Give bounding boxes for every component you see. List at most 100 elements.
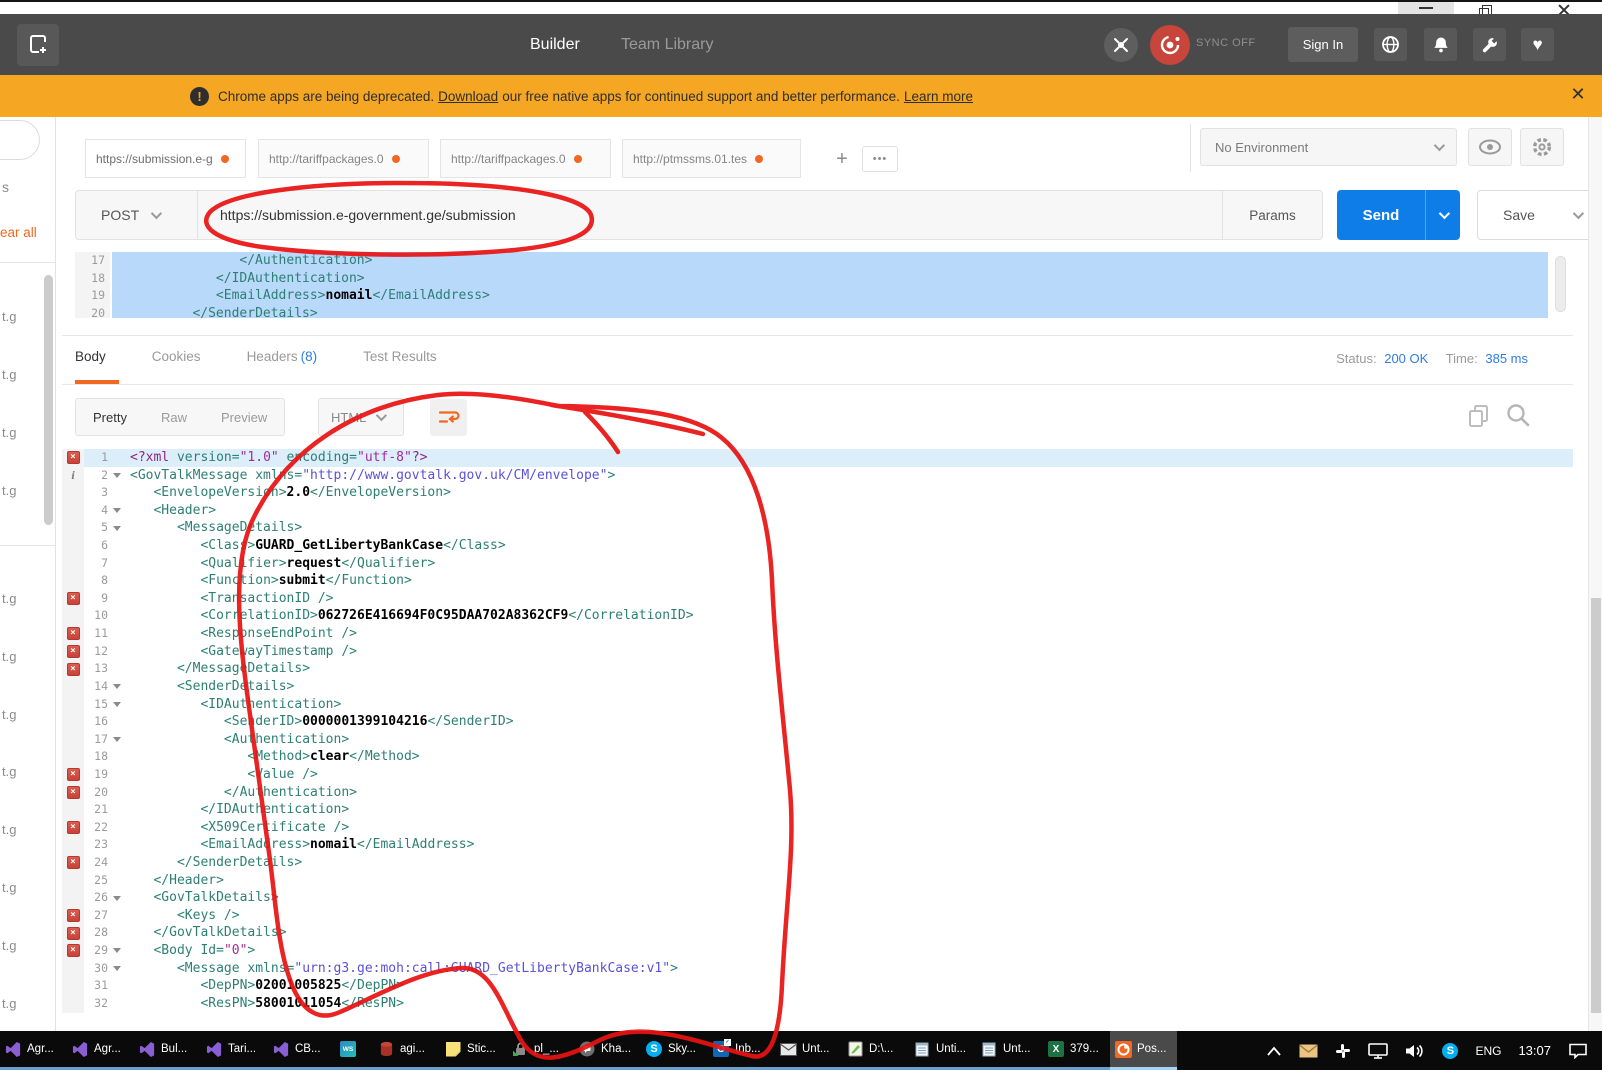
scrollbar-thumb[interactable] (1591, 598, 1601, 1013)
taskbar-app-button[interactable]: Unt... (976, 1031, 1043, 1070)
params-button[interactable]: Params (1222, 191, 1322, 239)
method-select[interactable]: POST (76, 191, 198, 239)
error-x-icon[interactable]: × (67, 927, 80, 940)
taskbar-app-button[interactable]: X379... (1043, 1031, 1110, 1070)
history-item[interactable]: t.g (2, 309, 16, 324)
error-x-icon[interactable]: × (67, 821, 80, 834)
tray-volume-icon[interactable] (1405, 1043, 1425, 1059)
interceptor-button[interactable] (1104, 28, 1138, 62)
taskbar-app-button[interactable]: agi... (373, 1031, 440, 1070)
search-response-button[interactable] (1505, 402, 1531, 433)
tab-cookies[interactable]: Cookies (152, 349, 201, 364)
sidebar-scrollbar[interactable] (44, 275, 53, 525)
environment-preview-button[interactable] (1468, 128, 1512, 166)
environment-settings-button[interactable] (1520, 128, 1564, 166)
settings-button[interactable] (1473, 28, 1506, 61)
response-body-code[interactable]: ×1<?xml version="1.0" encoding="utf-8"?>… (62, 449, 1573, 1013)
request-body-editor[interactable]: 17 </Authentication>18 </IDAuthenticatio… (62, 252, 1573, 318)
error-x-icon[interactable]: × (67, 592, 80, 605)
tab-body[interactable]: Body (75, 349, 106, 364)
clock[interactable]: 13:07 (1518, 1043, 1551, 1058)
url-input[interactable]: https://submission.e-government.ge/submi… (198, 207, 1222, 223)
sync-button[interactable] (1150, 25, 1190, 65)
taskbar-app-button[interactable]: CB... (268, 1031, 335, 1070)
tab-test-results[interactable]: Test Results (363, 349, 437, 364)
window-minimize-button[interactable] (1398, 2, 1454, 14)
history-item[interactable]: t.g (2, 707, 16, 722)
error-x-icon[interactable]: × (67, 768, 80, 781)
add-request-tab-button[interactable]: + (827, 144, 857, 174)
request-tab[interactable]: https://submission.e-g (85, 139, 246, 178)
request-tab[interactable]: http://ptmssms.01.tes (622, 139, 801, 178)
window-restore-button[interactable] (1456, 2, 1512, 14)
learn-more-link[interactable]: Learn more (904, 89, 973, 104)
history-item[interactable]: t.g (2, 367, 16, 382)
environment-select[interactable]: No Environment (1200, 128, 1457, 166)
history-item[interactable]: t.g (2, 764, 16, 779)
taskbar-app-button[interactable]: Agr... (0, 1031, 67, 1070)
tray-chevron-up-icon[interactable] (1266, 1045, 1282, 1057)
info-icon[interactable]: i (71, 467, 74, 485)
taskbar-app-button[interactable]: WS (335, 1031, 373, 1070)
history-item[interactable]: t.g (2, 649, 16, 664)
favorites-button[interactable]: ♥ (1521, 28, 1554, 61)
language-indicator[interactable]: ENG (1475, 1044, 1501, 1058)
window-close-button[interactable] (1536, 2, 1592, 14)
taskbar-app-button[interactable]: Unti... (909, 1031, 976, 1070)
window-scrollbar[interactable] (1588, 117, 1602, 1031)
tray-skype-icon[interactable]: S (1442, 1043, 1458, 1059)
request-tab[interactable]: http://tariffpackages.0 (258, 139, 429, 178)
error-x-icon[interactable]: × (67, 627, 80, 640)
sign-in-button[interactable]: Sign In (1288, 27, 1358, 62)
history-item[interactable]: t.g (2, 996, 16, 1011)
error-x-icon[interactable]: × (67, 663, 80, 676)
sidebar-search-input[interactable] (0, 120, 40, 160)
clear-all-link[interactable]: ear all (0, 225, 37, 240)
view-raw[interactable]: Raw (144, 410, 204, 425)
error-x-icon[interactable]: × (67, 451, 80, 464)
fold-toggle[interactable] (110, 519, 124, 537)
view-pretty[interactable]: Pretty (76, 410, 144, 425)
history-item[interactable]: t.g (2, 822, 16, 837)
action-center-icon[interactable] (1568, 1043, 1588, 1059)
view-preview[interactable]: Preview (204, 410, 284, 425)
fold-toggle[interactable] (110, 696, 124, 714)
tab-builder[interactable]: Builder (530, 14, 580, 75)
taskbar-app-button[interactable]: Tari... (201, 1031, 268, 1070)
taskbar-app-button[interactable]: Stic... (440, 1031, 507, 1070)
taskbar-app-button[interactable]: SSky... (641, 1031, 708, 1070)
taskbar-app-button[interactable]: Pos... (1110, 1031, 1177, 1070)
taskbar-app-button[interactable]: Agr... (67, 1031, 134, 1070)
network-status-button[interactable] (1374, 28, 1407, 61)
taskbar-app-button[interactable]: D:\... (842, 1031, 909, 1070)
fold-toggle[interactable] (110, 502, 124, 520)
error-x-icon[interactable]: × (67, 856, 80, 869)
more-tabs-button[interactable]: ••• (862, 146, 898, 172)
fold-toggle[interactable] (110, 678, 124, 696)
taskbar-app-button[interactable]: Kha... (574, 1031, 641, 1070)
taskbar-app-button[interactable]: O✓Inb... (708, 1031, 775, 1070)
fold-toggle[interactable] (110, 731, 124, 749)
send-options-button[interactable] (1425, 190, 1460, 240)
history-item[interactable]: t.g (2, 591, 16, 606)
error-x-icon[interactable]: × (67, 909, 80, 922)
error-x-icon[interactable]: × (67, 786, 80, 799)
tab-team-library[interactable]: Team Library (621, 14, 713, 75)
send-button[interactable]: Send (1337, 190, 1460, 240)
notifications-button[interactable] (1424, 28, 1457, 61)
wrap-lines-button[interactable] (430, 399, 467, 436)
history-item[interactable]: t.g (2, 483, 16, 498)
copy-response-button[interactable] (1468, 404, 1490, 433)
fold-toggle[interactable] (110, 960, 124, 978)
taskbar-app-button[interactable]: Unt... (775, 1031, 842, 1070)
save-button[interactable]: Save (1477, 190, 1561, 240)
history-item[interactable]: t.g (2, 880, 16, 895)
tray-mail-icon[interactable] (1299, 1044, 1318, 1058)
taskbar-app-button[interactable]: pl_... (507, 1031, 574, 1070)
response-format-select[interactable]: HTML (318, 398, 404, 436)
request-editor-scrollbar[interactable] (1555, 256, 1566, 312)
history-item[interactable]: t.g (2, 425, 16, 440)
banner-close-button[interactable]: ✕ (1566, 84, 1590, 105)
fold-toggle[interactable] (110, 467, 124, 485)
download-link[interactable]: Download (438, 89, 498, 104)
